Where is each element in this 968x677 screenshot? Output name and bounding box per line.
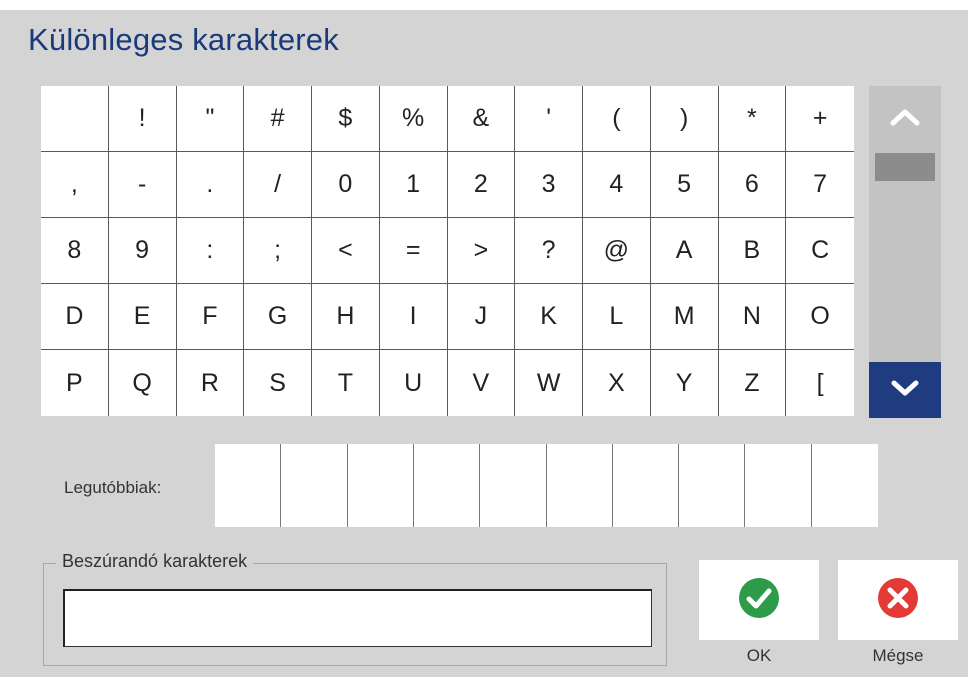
ok-button-label: OK <box>746 646 772 665</box>
character-cell[interactable]: Z <box>719 350 787 416</box>
character-cell[interactable]: . <box>176 152 245 218</box>
character-cell[interactable]: N <box>718 284 787 350</box>
character-cell[interactable]: A <box>650 218 719 284</box>
grid-scrollbar[interactable] <box>869 86 941 418</box>
recent-slot[interactable] <box>745 444 812 527</box>
recent-label: Legutóbbiak: <box>64 478 162 497</box>
character-cell[interactable]: ? <box>515 218 583 284</box>
recent-characters <box>215 444 878 527</box>
character-cell[interactable]: T <box>312 350 380 416</box>
character-cell[interactable]: U <box>380 350 448 416</box>
character-cell[interactable]: : <box>176 218 245 284</box>
character-cell[interactable]: " <box>176 86 245 152</box>
character-cell[interactable]: V <box>448 350 516 416</box>
recent-slot[interactable] <box>679 444 746 527</box>
x-circle-icon <box>877 577 919 624</box>
scroll-down-button[interactable] <box>869 362 941 418</box>
character-cell[interactable]: 7 <box>786 152 854 218</box>
recent-slot[interactable] <box>480 444 547 527</box>
character-cell[interactable]: Q <box>109 350 177 416</box>
character-cell[interactable]: 9 <box>108 218 177 284</box>
character-cell[interactable]: ! <box>108 86 177 152</box>
character-cell[interactable]: M <box>650 284 719 350</box>
character-cell[interactable]: , <box>41 152 109 218</box>
character-cell[interactable]: < <box>312 218 380 284</box>
character-cell[interactable]: E <box>108 284 177 350</box>
character-cell[interactable]: J <box>447 284 516 350</box>
chevron-up-icon <box>890 108 920 131</box>
ok-button[interactable] <box>699 560 819 640</box>
recent-slot[interactable] <box>281 444 348 527</box>
character-cell[interactable]: C <box>786 218 854 284</box>
character-cell[interactable]: / <box>244 152 312 218</box>
insert-characters-field[interactable] <box>63 589 652 647</box>
character-cell[interactable]: W <box>515 350 583 416</box>
character-cell[interactable]: 2 <box>447 152 516 218</box>
character-cell[interactable]: R <box>177 350 245 416</box>
character-cell[interactable]: 0 <box>312 152 380 218</box>
chevron-down-icon <box>891 379 919 402</box>
recent-slot[interactable] <box>414 444 481 527</box>
character-cell[interactable]: L <box>583 284 651 350</box>
check-circle-icon <box>738 577 780 624</box>
character-cell[interactable]: 8 <box>41 218 109 284</box>
character-cell[interactable]: [ <box>786 350 854 416</box>
cancel-button-label: Mégse <box>872 646 924 665</box>
character-cell[interactable]: P <box>41 350 109 416</box>
character-cell[interactable]: > <box>447 218 516 284</box>
cancel-button[interactable] <box>838 560 958 640</box>
top-border <box>0 0 968 10</box>
character-cell[interactable]: @ <box>583 218 651 284</box>
character-grid: ! " # $% & '() * +, -./0 1 2 3 4 5 6 7 8 9:; < = >? @ A B C D E F G H… <box>41 86 854 416</box>
character-cell[interactable]: I <box>379 284 448 350</box>
dialog-title: Különleges karakterek <box>28 22 339 57</box>
recent-slot[interactable] <box>215 444 282 527</box>
insert-group-legend: Beszúrandó karakterek <box>56 551 254 572</box>
recent-slot[interactable] <box>613 444 680 527</box>
scroll-up-button[interactable] <box>869 86 941 152</box>
character-cell[interactable] <box>41 86 109 152</box>
character-cell[interactable]: - <box>108 152 177 218</box>
recent-slot[interactable] <box>348 444 414 527</box>
character-cell[interactable]: * <box>718 86 787 152</box>
character-cell[interactable]: 1 <box>379 152 448 218</box>
character-cell[interactable]: O <box>786 284 854 350</box>
character-cell[interactable]: 6 <box>718 152 787 218</box>
character-cell[interactable]: K <box>515 284 583 350</box>
character-cell[interactable]: S <box>244 350 312 416</box>
character-cell[interactable]: X <box>583 350 651 416</box>
character-cell[interactable]: G <box>244 284 312 350</box>
character-cell[interactable]: D <box>41 284 109 350</box>
character-cell[interactable]: ; <box>244 218 312 284</box>
recent-slot[interactable] <box>547 444 613 527</box>
character-cell[interactable]: 5 <box>650 152 719 218</box>
character-cell[interactable]: & <box>447 86 516 152</box>
character-cell[interactable]: ' <box>515 86 583 152</box>
scroll-thumb[interactable] <box>875 153 935 181</box>
character-cell[interactable]: H <box>312 284 380 350</box>
character-cell[interactable]: = <box>379 218 448 284</box>
character-cell[interactable]: ) <box>650 86 719 152</box>
character-cell[interactable]: $ <box>312 86 380 152</box>
character-cell[interactable]: Y <box>651 350 719 416</box>
character-cell[interactable]: B <box>718 218 787 284</box>
character-cell[interactable]: + <box>786 86 854 152</box>
recent-slot[interactable] <box>812 444 878 527</box>
character-cell[interactable]: 3 <box>515 152 583 218</box>
character-cell[interactable]: F <box>176 284 245 350</box>
character-cell[interactable]: # <box>244 86 312 152</box>
character-cell[interactable]: 4 <box>583 152 651 218</box>
character-cell[interactable]: ( <box>583 86 651 152</box>
character-cell[interactable]: % <box>379 86 448 152</box>
